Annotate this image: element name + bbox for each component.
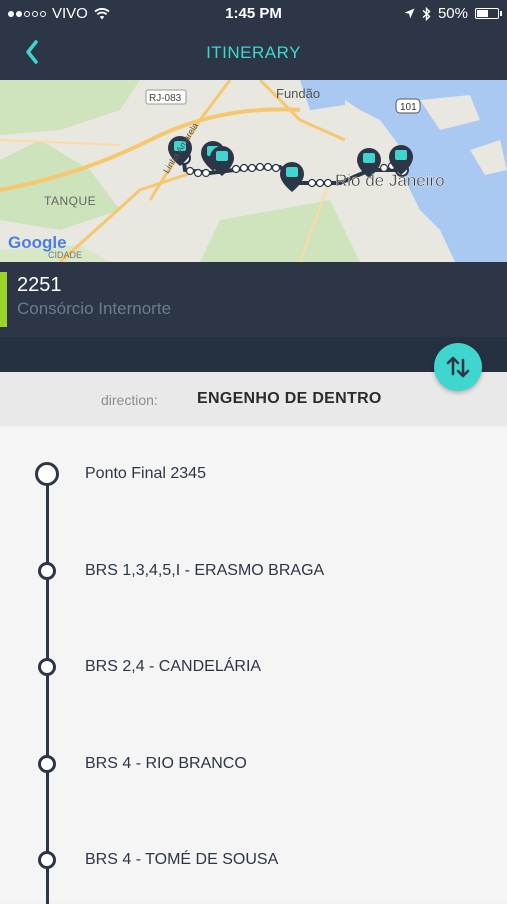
direction-row: direction: ENGENHO DE DENTRO: [0, 372, 507, 426]
page-title: ITINERARY: [206, 43, 301, 62]
route-info-footer: [0, 337, 507, 372]
stop-marker-terminal: [35, 462, 59, 486]
list-item[interactable]: Ponto Final 2345: [0, 454, 507, 494]
route-map[interactable]: Fundão RJ-083 101 TANQUE Rio de Janeiro …: [0, 80, 507, 262]
map-label-fundao: Fundão: [276, 86, 320, 101]
battery-icon: [475, 8, 502, 19]
stop-name: BRS 2,4 - CANDELÁRIA: [85, 658, 262, 675]
direction-label: direction:: [101, 392, 158, 408]
route-info-panel: 2251 Consórcio Internorte: [0, 262, 507, 372]
stop-marker: [38, 658, 56, 676]
list-item[interactable]: BRS 2,4 - CANDELÁRIA: [0, 647, 507, 687]
stop-marker: [38, 755, 56, 773]
battery-percent: 50%: [437, 5, 468, 22]
route-accent-bar: [0, 272, 7, 327]
navigation-bar: ITINERARY: [0, 28, 507, 80]
stops-list: Ponto Final 2345 BRS 1,3,4,5,I - ERASMO …: [0, 426, 507, 904]
list-item[interactable]: BRS 4 - RIO BRANCO: [0, 744, 507, 784]
location-arrow-icon: [404, 8, 415, 19]
list-item[interactable]: BRS 4 - TOMÉ DE SOUSA: [0, 840, 507, 880]
swap-direction-button[interactable]: [434, 343, 482, 391]
map-label-101: 101: [400, 102, 417, 113]
stop-marker: [38, 851, 56, 869]
map-label-tanque: TANQUE: [44, 194, 96, 208]
google-logo: Google: [8, 233, 67, 252]
direction-value: ENGENHO DE DENTRO: [197, 390, 382, 407]
list-item[interactable]: BRS 1,3,4,5,I - ERASMO BRAGA: [0, 551, 507, 591]
status-bar: VIVO 1:45 PM 50%: [0, 0, 507, 28]
stop-name: Ponto Final 2345: [85, 465, 206, 482]
route-number: 2251: [17, 274, 62, 296]
route-operator: Consórcio Internorte: [17, 299, 172, 318]
stop-name: BRS 4 - TOMÉ DE SOUSA: [85, 851, 279, 868]
map-label-rj083: RJ-083: [149, 93, 182, 104]
stop-name: BRS 4 - RIO BRANCO: [85, 755, 247, 772]
stop-marker: [38, 562, 56, 580]
bluetooth-icon: [422, 6, 431, 21]
map-label-rio: Rio de Janeiro: [335, 171, 445, 190]
stop-name: BRS 1,3,4,5,I - ERASMO BRAGA: [85, 562, 325, 579]
map-canvas: Fundão RJ-083 101 TANQUE Rio de Janeiro …: [0, 80, 507, 262]
status-right: 50%: [404, 5, 502, 22]
swap-vertical-icon: [446, 356, 470, 378]
